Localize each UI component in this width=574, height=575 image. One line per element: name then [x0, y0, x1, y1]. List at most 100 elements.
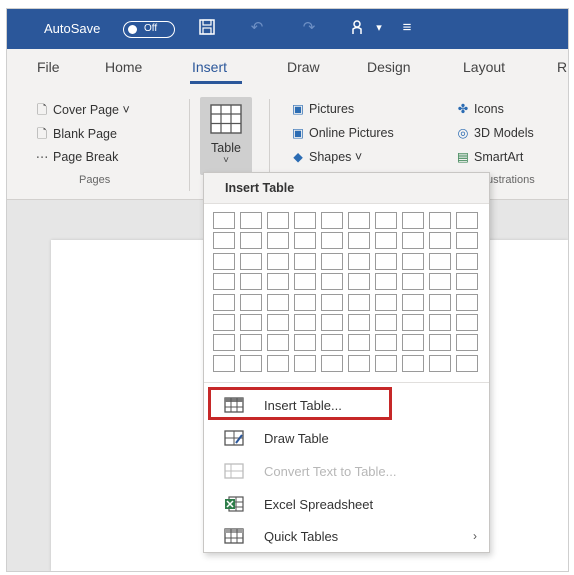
save-icon[interactable] [197, 18, 217, 38]
grid-cell[interactable] [429, 252, 451, 270]
grid-cell[interactable] [321, 334, 343, 352]
page-break-button[interactable]: ⋯ Page Break [33, 149, 119, 164]
grid-cell[interactable] [321, 293, 343, 311]
grid-cell[interactable] [321, 252, 343, 270]
undo-icon[interactable]: ↶ [247, 18, 267, 38]
grid-cell[interactable] [321, 354, 343, 372]
grid-cell[interactable] [213, 293, 235, 311]
grid-cell[interactable] [213, 252, 235, 270]
grid-cell[interactable] [294, 314, 316, 331]
grid-cell[interactable] [213, 212, 235, 229]
3d-models-button[interactable]: ◎ 3D Models [454, 125, 534, 140]
grid-cell[interactable] [240, 293, 262, 311]
grid-cell[interactable] [240, 212, 262, 229]
tab-review-partial[interactable]: R [557, 59, 567, 75]
grid-cell[interactable] [402, 314, 424, 331]
grid-cell[interactable] [267, 273, 289, 291]
grid-cell[interactable] [213, 354, 235, 372]
grid-cell[interactable] [240, 252, 262, 270]
grid-cell[interactable] [456, 293, 478, 311]
grid-cell[interactable] [240, 334, 262, 352]
grid-cell[interactable] [348, 252, 370, 270]
grid-cell[interactable] [267, 314, 289, 331]
grid-cell[interactable] [456, 354, 478, 372]
tab-home[interactable]: Home [105, 59, 142, 75]
grid-cell[interactable] [240, 273, 262, 291]
grid-cell[interactable] [321, 314, 343, 331]
redo-icon[interactable]: ↷ [299, 18, 319, 38]
grid-cell[interactable] [213, 273, 235, 291]
grid-cell[interactable] [213, 232, 235, 250]
grid-cell[interactable] [402, 293, 424, 311]
grid-cell[interactable] [429, 232, 451, 250]
grid-cell[interactable] [294, 212, 316, 229]
grid-cell[interactable] [375, 252, 397, 270]
shapes-button[interactable]: ◆ Shapes ˅ [289, 149, 362, 164]
grid-cell[interactable] [429, 273, 451, 291]
grid-cell[interactable] [375, 354, 397, 372]
touch-mode-icon[interactable] [347, 18, 367, 38]
smartart-button[interactable]: ▤ SmartArt [454, 149, 523, 164]
grid-cell[interactable] [375, 212, 397, 229]
chevron-down-icon[interactable]: ▾ [369, 18, 389, 38]
grid-cell[interactable] [375, 232, 397, 250]
grid-cell[interactable] [429, 354, 451, 372]
grid-cell[interactable] [456, 273, 478, 291]
tab-insert[interactable]: Insert [192, 59, 227, 75]
grid-cell[interactable] [348, 354, 370, 372]
grid-cell[interactable] [375, 273, 397, 291]
excel-spreadsheet-item[interactable]: Excel Spreadsheet [204, 489, 489, 519]
tab-layout[interactable]: Layout [463, 59, 505, 75]
grid-cell[interactable] [267, 334, 289, 352]
grid-cell[interactable] [402, 252, 424, 270]
grid-cell[interactable] [294, 273, 316, 291]
grid-cell[interactable] [429, 293, 451, 311]
quick-tables-item[interactable]: Quick Tables › [204, 521, 489, 551]
grid-cell[interactable] [375, 314, 397, 331]
grid-cell[interactable] [456, 232, 478, 250]
grid-cell[interactable] [348, 334, 370, 352]
grid-cell[interactable] [348, 232, 370, 250]
grid-cell[interactable] [456, 314, 478, 331]
table-button[interactable]: Table ˅ [200, 97, 252, 175]
grid-cell[interactable] [267, 232, 289, 250]
grid-cell[interactable] [294, 232, 316, 250]
tab-file[interactable]: File [37, 59, 60, 75]
grid-cell[interactable] [402, 273, 424, 291]
grid-cell[interactable] [267, 293, 289, 311]
grid-cell[interactable] [240, 354, 262, 372]
grid-cell[interactable] [267, 354, 289, 372]
grid-cell[interactable] [267, 252, 289, 270]
cover-page-button[interactable]: 🗋 Cover Page ˅ [33, 101, 130, 122]
grid-cell[interactable] [429, 334, 451, 352]
icons-button[interactable]: ✤ Icons [454, 101, 504, 116]
grid-cell[interactable] [294, 293, 316, 311]
autosave-toggle[interactable]: Off [123, 21, 175, 38]
grid-cell[interactable] [429, 314, 451, 331]
grid-cell[interactable] [240, 232, 262, 250]
grid-cell[interactable] [267, 212, 289, 229]
grid-cell[interactable] [402, 334, 424, 352]
blank-page-button[interactable]: 🗋 Blank Page [33, 125, 117, 146]
grid-cell[interactable] [213, 314, 235, 331]
grid-cell[interactable] [375, 293, 397, 311]
customize-icon[interactable]: ≡ [397, 18, 417, 38]
grid-cell[interactable] [402, 354, 424, 372]
grid-cell[interactable] [240, 314, 262, 331]
grid-cell[interactable] [294, 252, 316, 270]
grid-cell[interactable] [402, 232, 424, 250]
table-size-grid[interactable] [213, 212, 483, 373]
grid-cell[interactable] [456, 334, 478, 352]
tab-draw[interactable]: Draw [287, 59, 320, 75]
grid-cell[interactable] [321, 273, 343, 291]
grid-cell[interactable] [456, 252, 478, 270]
grid-cell[interactable] [348, 273, 370, 291]
grid-cell[interactable] [456, 212, 478, 229]
online-pictures-button[interactable]: ▣ Online Pictures [289, 125, 394, 140]
draw-table-item[interactable]: Draw Table [204, 423, 489, 453]
grid-cell[interactable] [294, 354, 316, 372]
grid-cell[interactable] [348, 314, 370, 331]
grid-cell[interactable] [375, 334, 397, 352]
grid-cell[interactable] [348, 293, 370, 311]
grid-cell[interactable] [321, 232, 343, 250]
